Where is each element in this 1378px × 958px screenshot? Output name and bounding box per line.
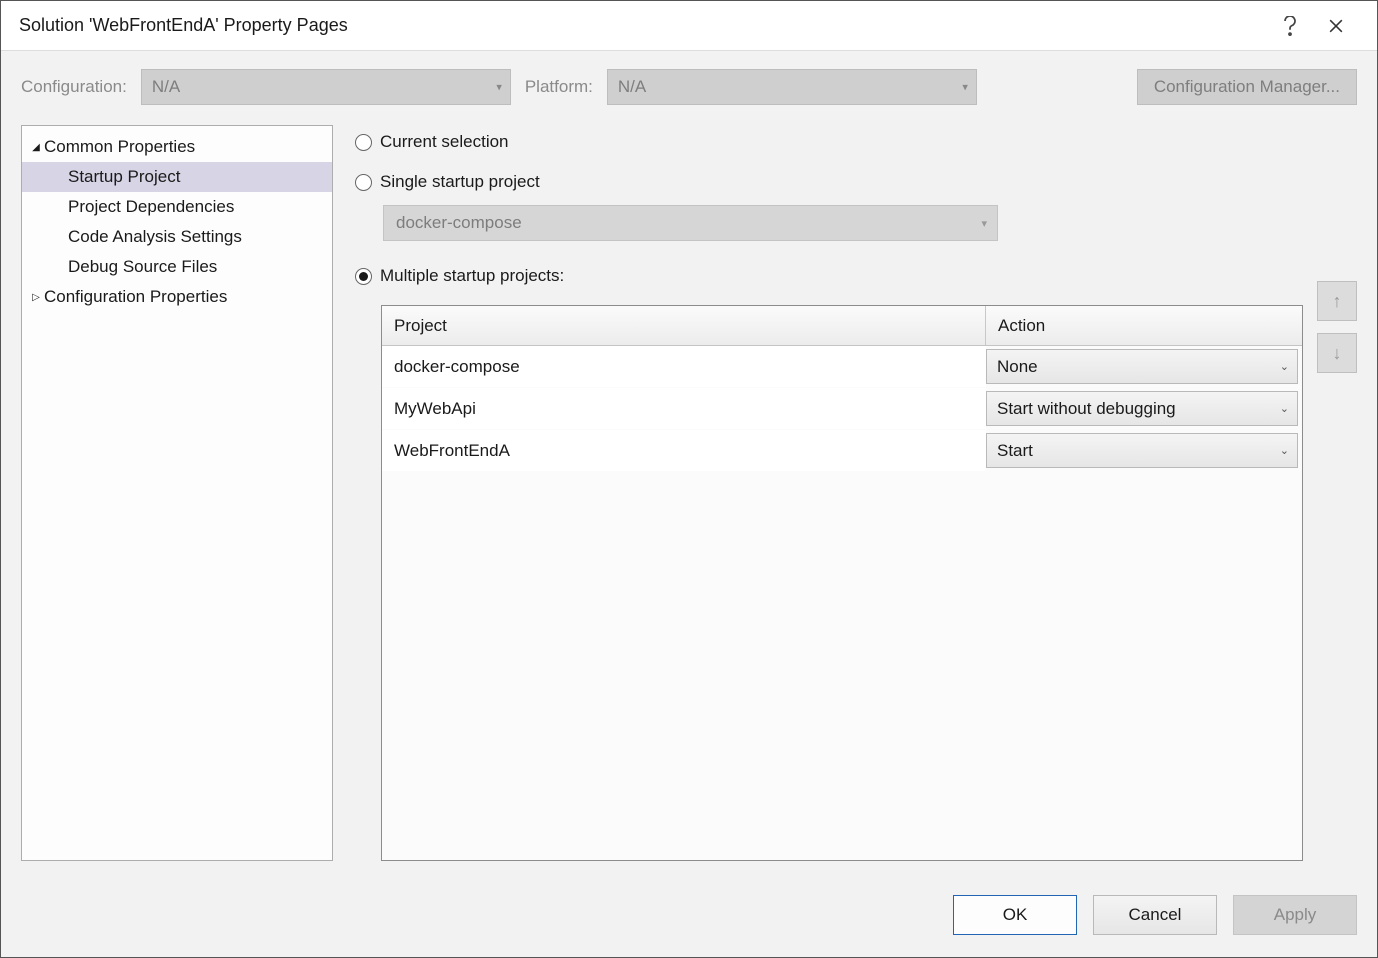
triangle-right-icon[interactable]: ▷ [28,292,44,303]
action-combo[interactable]: None ⌄ [986,349,1298,384]
header-action[interactable]: Action [986,306,1302,345]
configuration-manager-button: Configuration Manager... [1137,69,1357,105]
property-tree[interactable]: ◢ Common Properties Startup Project Proj… [21,125,333,861]
chevron-down-icon: ▾ [962,81,968,94]
move-down-button[interactable]: ↓ [1317,333,1357,373]
close-button[interactable] [1313,3,1359,49]
configuration-label: Configuration: [21,77,127,97]
tree-node-common-properties[interactable]: ◢ Common Properties [22,132,332,162]
radio-icon[interactable] [355,174,372,191]
tree-node-project-dependencies[interactable]: Project Dependencies [22,192,332,222]
tree-node-code-analysis-settings[interactable]: Code Analysis Settings [22,222,332,252]
cancel-button[interactable]: Cancel [1093,895,1217,935]
arrow-down-icon: ↓ [1333,343,1342,364]
window-title: Solution 'WebFrontEndA' Property Pages [19,15,1267,36]
table-row[interactable]: MyWebApi Start without debugging ⌄ [382,388,1302,430]
configuration-value: N/A [152,77,180,97]
arrow-up-icon: ↑ [1333,291,1342,312]
help-button[interactable] [1267,3,1313,49]
action-combo[interactable]: Start ⌄ [986,433,1298,468]
table-row[interactable]: WebFrontEndA Start ⌄ [382,430,1302,472]
reorder-buttons: ↑ ↓ [1317,125,1357,861]
chevron-down-icon: ⌄ [1280,360,1289,373]
chevron-down-icon: ▾ [496,81,502,94]
configuration-bar: Configuration: N/A ▾ Platform: N/A ▾ Con… [1,51,1377,111]
radio-icon[interactable] [355,268,372,285]
chevron-down-icon: ⌄ [1280,444,1289,457]
action-combo[interactable]: Start without debugging ⌄ [986,391,1298,426]
radio-single-startup[interactable]: Single startup project [355,165,1303,199]
configuration-combo: N/A ▾ [141,69,511,105]
single-startup-combo: docker-compose ▾ [383,205,998,241]
platform-combo: N/A ▾ [607,69,977,105]
settings-panel: Current selection Single startup project… [355,125,1357,861]
table-header: Project Action [382,306,1302,346]
table-row[interactable]: docker-compose None ⌄ [382,346,1302,388]
dialog-button-bar: OK Cancel Apply [1,881,1377,957]
radio-multiple-startup[interactable]: Multiple startup projects: [355,259,1303,293]
tree-node-startup-project[interactable]: Startup Project [22,162,332,192]
titlebar: Solution 'WebFrontEndA' Property Pages [1,1,1377,51]
projects-table: Project Action docker-compose None ⌄ MyW… [381,305,1303,861]
radio-icon[interactable] [355,134,372,151]
platform-value: N/A [618,77,646,97]
cell-project[interactable]: WebFrontEndA [382,430,986,471]
content-area: ◢ Common Properties Startup Project Proj… [1,111,1377,881]
chevron-down-icon: ⌄ [1280,402,1289,415]
cell-project[interactable]: MyWebApi [382,388,986,429]
move-up-button[interactable]: ↑ [1317,281,1357,321]
ok-button[interactable]: OK [953,895,1077,935]
chevron-down-icon: ▾ [981,217,987,230]
tree-node-debug-source-files[interactable]: Debug Source Files [22,252,332,282]
triangle-down-icon[interactable]: ◢ [28,142,44,153]
apply-button: Apply [1233,895,1357,935]
radio-current-selection[interactable]: Current selection [355,125,1303,159]
tree-node-configuration-properties[interactable]: ▷ Configuration Properties [22,282,332,312]
header-project[interactable]: Project [382,306,986,345]
cell-project[interactable]: docker-compose [382,346,986,387]
platform-label: Platform: [525,77,593,97]
